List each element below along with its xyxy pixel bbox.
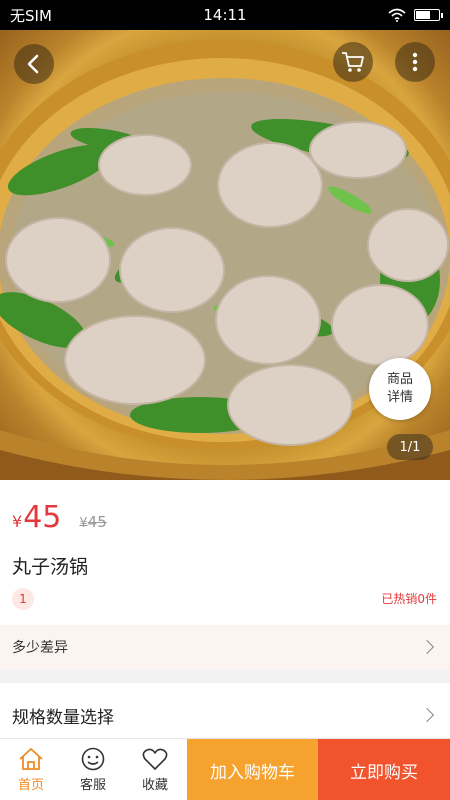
back-arrow-icon xyxy=(27,54,39,74)
status-bar: 无SIM 14:11 xyxy=(0,0,450,30)
cart-icon xyxy=(342,52,364,72)
original-price-currency: ¥ xyxy=(79,516,88,531)
price-row: ¥ 45 ¥45 xyxy=(12,500,107,535)
battery-icon xyxy=(414,9,443,21)
add-to-cart-button[interactable]: 加入购物车 xyxy=(187,739,318,800)
tab-home-label: 首页 xyxy=(17,777,44,793)
difference-label: 多少差异 xyxy=(12,640,68,656)
wifi-icon xyxy=(388,8,406,22)
product-image[interactable]: 商品 详情 1/1 xyxy=(0,30,450,480)
chevron-right-icon xyxy=(419,639,435,655)
original-price-value: 45 xyxy=(87,513,107,531)
more-vertical-icon xyxy=(412,52,418,72)
difference-row[interactable]: 多少差异 xyxy=(0,625,450,669)
home-icon xyxy=(19,747,43,770)
product-detail-button[interactable]: 商品 详情 xyxy=(369,358,431,420)
heart-icon xyxy=(142,748,168,770)
quantity-badge: 1 xyxy=(12,588,34,610)
price-currency: ¥ xyxy=(12,512,23,531)
customer-service-icon xyxy=(81,747,105,770)
bottom-action-bar: 首页 客服 收藏 加入购物车 立即购买 xyxy=(0,738,450,800)
current-price: 45 xyxy=(23,500,62,535)
sold-count: 已热销0件 xyxy=(381,592,437,606)
tab-customer-service[interactable]: 客服 xyxy=(62,739,124,800)
image-page-indicator: 1/1 xyxy=(387,434,433,460)
product-title: 丸子汤锅 xyxy=(12,556,89,578)
spec-select-row[interactable]: 规格数量选择 xyxy=(0,695,450,735)
back-button[interactable] xyxy=(14,44,54,84)
more-button[interactable] xyxy=(395,42,435,82)
detail-label-line1: 商品 xyxy=(386,372,413,387)
detail-label-line2: 详情 xyxy=(386,390,413,405)
tab-customer-service-label: 客服 xyxy=(79,777,106,793)
original-price: ¥45 xyxy=(79,513,106,531)
chevron-right-icon xyxy=(419,707,435,723)
tab-favorite[interactable]: 收藏 xyxy=(124,739,186,800)
clock: 14:11 xyxy=(203,6,247,24)
cart-button[interactable] xyxy=(333,42,373,82)
spec-select-label: 规格数量选择 xyxy=(12,707,114,728)
section-divider xyxy=(0,669,450,683)
tab-favorite-label: 收藏 xyxy=(141,777,168,793)
buy-now-button[interactable]: 立即购买 xyxy=(318,739,450,800)
carrier-label: 无SIM xyxy=(10,6,52,25)
tab-home[interactable]: 首页 xyxy=(0,739,62,800)
